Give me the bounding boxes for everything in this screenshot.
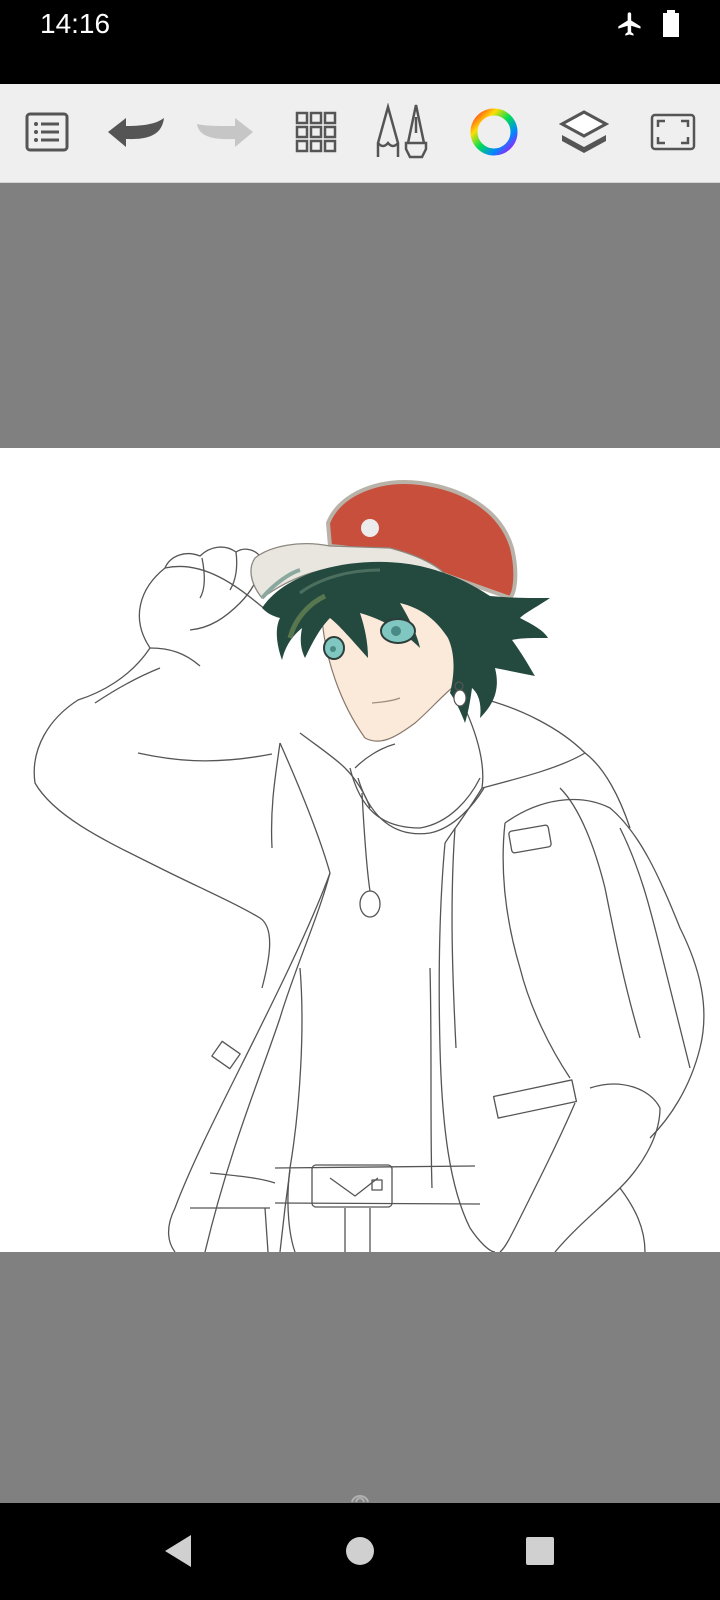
pull-handle-icon[interactable] (348, 1490, 372, 1504)
home-icon (346, 1537, 374, 1565)
home-button[interactable] (338, 1529, 382, 1573)
undo-icon (108, 118, 164, 147)
fullscreen-icon (650, 113, 696, 151)
battery-icon (662, 10, 680, 43)
grid-button[interactable] (286, 102, 346, 162)
brush-button[interactable] (374, 102, 434, 162)
artwork (33, 480, 705, 1252)
drawing-canvas[interactable] (0, 448, 720, 1252)
status-time: 14:16 (40, 8, 111, 39)
status-icons (616, 10, 680, 43)
redo-icon (197, 118, 253, 147)
airplane-mode-icon (616, 10, 644, 43)
back-icon (165, 1535, 191, 1567)
layers-icon (559, 110, 609, 153)
recents-icon (526, 1537, 554, 1565)
redo-button[interactable] (195, 102, 255, 162)
color-picker-button[interactable] (464, 102, 524, 162)
recents-button[interactable] (518, 1529, 562, 1573)
undo-button[interactable] (106, 102, 166, 162)
system-nav-bar (0, 1503, 720, 1600)
back-button[interactable] (156, 1529, 200, 1573)
drawing-toolbar (0, 84, 720, 183)
menu-list-button[interactable] (17, 102, 77, 162)
menu-list-icon (25, 112, 69, 152)
status-bar: 14:16 (0, 0, 720, 84)
color-wheel-icon (470, 108, 518, 156)
grid-icon (295, 111, 337, 153)
layers-button[interactable] (554, 102, 614, 162)
brush-pen-icon (376, 103, 428, 159)
fullscreen-button[interactable] (643, 102, 703, 162)
